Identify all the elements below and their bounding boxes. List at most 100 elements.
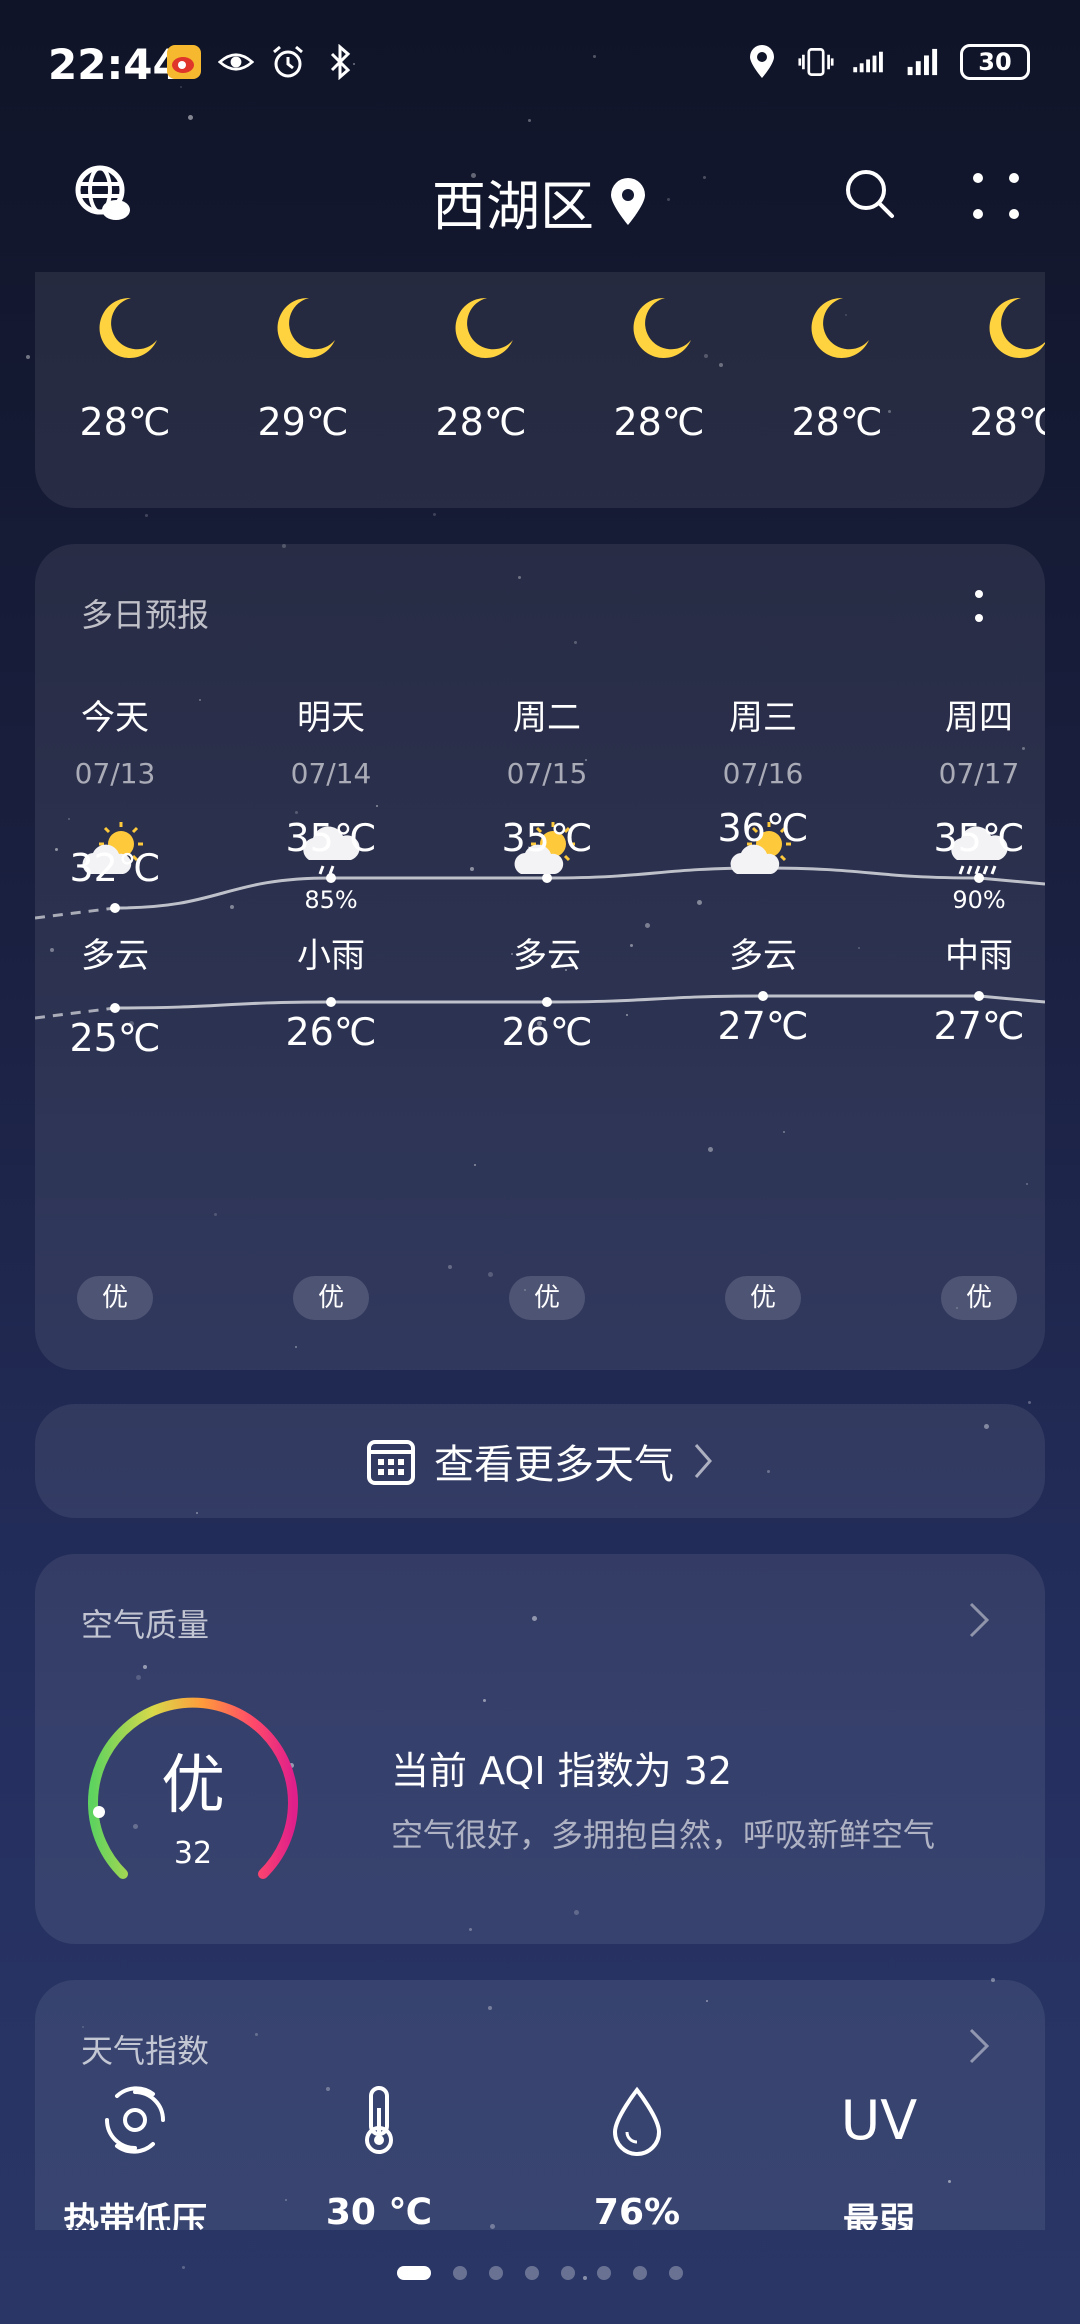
calendar-icon	[367, 1440, 415, 1485]
precip-probability: 85%	[304, 886, 358, 914]
air-detail-arrow[interactable]	[967, 1600, 991, 1640]
status-left-icons	[166, 44, 358, 80]
index-temperature-value: 30 ℃	[325, 2192, 433, 2230]
day-aqi-badge: 优	[725, 1276, 801, 1320]
page-dot[interactable]	[453, 2266, 467, 2280]
grid-dots-icon	[973, 173, 1019, 219]
low-temp-label: 25℃	[69, 1016, 161, 1060]
day-name: 周四	[945, 698, 1013, 738]
eye-icon	[218, 44, 254, 80]
more-weather-label: 查看更多天气	[434, 1442, 674, 1488]
status-bar: 22:44 30	[0, 0, 1080, 130]
page-dot[interactable]	[597, 2266, 611, 2280]
hourly-temp: 28℃	[435, 400, 527, 444]
multiday-title: 多日预报	[81, 596, 210, 634]
index-humidity[interactable]: 76%	[537, 2082, 737, 2230]
index-typhoon[interactable]: 热带低压	[35, 2082, 235, 2230]
chevron-right-icon	[694, 1444, 712, 1478]
hourly-item: 29℃	[233, 290, 373, 444]
high-temp-label: 35℃	[501, 816, 593, 860]
moon-icon	[633, 297, 691, 358]
chevron-right-icon	[969, 2028, 990, 2064]
index-humidity-value: 76%	[593, 2192, 681, 2230]
hourly-item: 28℃	[411, 290, 551, 444]
uv-icon: UV	[840, 2088, 918, 2152]
more-weather-button[interactable]: 查看更多天气	[35, 1404, 1045, 1518]
index-typhoon-value: 热带低压	[62, 2201, 207, 2230]
day-date: 07/17	[938, 757, 1020, 790]
hourly-temp: 28℃	[613, 400, 705, 444]
multiday-forecast-card: 多日预报 今天 07/13 多云优 明天 07/14 85% 小雨优 周二 07/15 多云优 周三…	[35, 544, 1045, 1370]
air-title: 空气质量	[81, 1606, 210, 1644]
search-button[interactable]	[840, 164, 900, 224]
location-pin-icon	[611, 177, 645, 225]
hourly-item: 28℃	[55, 290, 195, 444]
low-temp-point	[758, 991, 768, 1001]
vertical-dots-icon	[975, 590, 983, 622]
high-temp-label: 36℃	[717, 806, 809, 850]
day-aqi-badge: 优	[293, 1276, 369, 1320]
day-column[interactable]: 今天 07/13 多云	[35, 690, 195, 977]
indices-detail-arrow[interactable]	[967, 2026, 991, 2066]
hourly-temp: 29℃	[257, 400, 349, 444]
low-temp-label: 27℃	[717, 1004, 809, 1048]
hourly-item: 28℃	[945, 290, 1045, 444]
humidity-icon	[599, 2082, 675, 2158]
more-menu-button[interactable]	[966, 166, 1026, 226]
city-name: 西湖区	[432, 175, 594, 238]
low-temp-label: 27℃	[933, 1004, 1025, 1048]
air-quality-card[interactable]: 空气质量 优 32 当前 AQI 指数为 32 空气很好，多拥抱自然，呼吸新鲜空…	[35, 1554, 1045, 1944]
high-temp-label: 32℃	[69, 846, 161, 890]
high-temp-label: 35℃	[933, 816, 1025, 860]
low-temp-label: 26℃	[285, 1010, 377, 1054]
thermometer-icon	[341, 2082, 417, 2158]
low-temp-point	[110, 1003, 120, 1013]
low-temp-point	[326, 997, 336, 1007]
moon-icon	[811, 297, 869, 358]
page-dot[interactable]	[525, 2266, 539, 2280]
day-condition: 多云	[513, 936, 581, 976]
day-condition: 小雨	[297, 936, 365, 976]
hourly-forecast[interactable]: 28℃ 29℃ 28℃ 28℃ 28℃ 28℃	[35, 272, 1045, 508]
status-time: 22:44	[48, 40, 182, 89]
signal-icon	[852, 44, 888, 80]
search-icon	[846, 170, 894, 218]
aqi-value: 32	[173, 1836, 213, 1871]
day-aqi-badge: 优	[77, 1276, 153, 1320]
index-uv[interactable]: UV 最弱	[779, 2082, 979, 2231]
day-date: 07/13	[74, 757, 156, 790]
day-name: 周二	[513, 698, 581, 738]
indices-title: 天气指数	[81, 2032, 210, 2070]
low-temp-label: 26℃	[501, 1010, 593, 1054]
aqi-level: 优	[161, 1749, 225, 1823]
day-name: 明天	[297, 698, 365, 738]
day-name: 今天	[81, 698, 149, 738]
page-dot[interactable]	[669, 2266, 683, 2280]
page-dot[interactable]	[489, 2266, 503, 2280]
index-temperature[interactable]: 30 ℃	[279, 2082, 479, 2230]
city-title[interactable]: 西湖区	[0, 162, 1080, 241]
status-right-icons: 30	[744, 44, 1030, 80]
aqi-headline: 当前 AQI 指数为 32	[391, 1749, 733, 1793]
multiday-more-button[interactable]	[969, 586, 989, 626]
star	[1028, 1401, 1031, 1404]
chevron-right-icon	[969, 1602, 990, 1638]
hourly-temp: 28℃	[791, 400, 883, 444]
moon-icon	[277, 297, 335, 358]
page-dot[interactable]	[397, 2266, 431, 2280]
weather-index-card[interactable]: 天气指数 热带低压 30 ℃ 76% UV 最弱	[35, 1980, 1045, 2230]
page-dot[interactable]	[561, 2266, 575, 2280]
precip-probability	[467, 886, 627, 914]
star	[145, 514, 148, 517]
precip-probability	[35, 886, 195, 914]
day-date: 07/14	[290, 757, 372, 790]
alarm-icon	[270, 44, 306, 80]
location-icon	[744, 44, 780, 80]
battery-indicator: 30	[960, 44, 1030, 80]
day-date: 07/16	[722, 757, 804, 790]
page-indicator[interactable]	[0, 2266, 1080, 2280]
page-dot[interactable]	[633, 2266, 647, 2280]
precip-probability	[683, 886, 843, 914]
signal-icon	[906, 44, 942, 80]
index-uv-value: 最弱	[842, 2201, 915, 2230]
